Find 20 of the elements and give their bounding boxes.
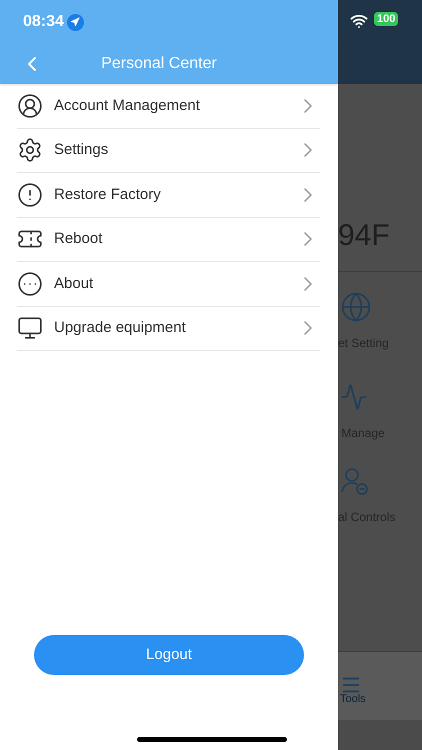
status-time: 08:34 — [23, 12, 64, 32]
menu-item[interactable]: Account Management — [17, 84, 320, 128]
menu-item[interactable]: Reboot — [17, 218, 320, 262]
battery-icon: 100 — [374, 12, 398, 26]
person-circle-icon — [17, 92, 43, 119]
menu-item[interactable]: Upgrade equipment — [17, 306, 320, 351]
exclamation-circle-icon — [17, 182, 43, 208]
gear-icon — [17, 137, 43, 164]
tab-label: Tools — [340, 694, 366, 705]
globe-icon — [340, 291, 372, 323]
drawer-title: Personal Center — [100, 54, 218, 74]
menu-item[interactable]: About — [17, 262, 320, 306]
person-minus-icon — [340, 466, 370, 496]
menu-item[interactable]: Settings — [17, 128, 320, 173]
pulse-icon — [340, 383, 368, 411]
monitor-icon — [17, 315, 43, 342]
menu-item[interactable]: Restore Factory — [17, 173, 320, 218]
wifi-icon — [350, 12, 368, 30]
ellipsis-circle-icon — [17, 270, 43, 297]
location-icon — [66, 14, 84, 30]
